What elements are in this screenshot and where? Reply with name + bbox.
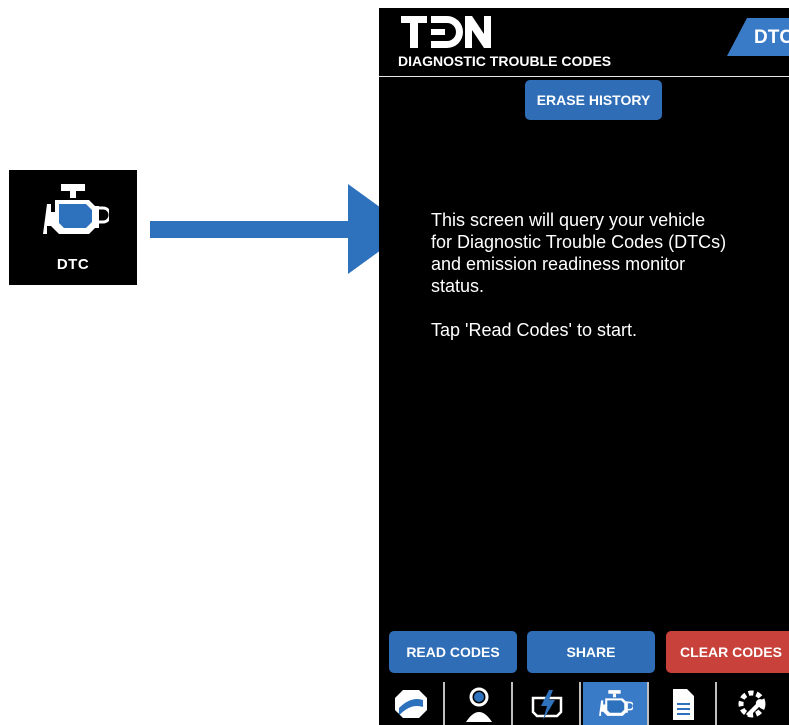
tab-dtc[interactable]: [583, 682, 649, 725]
erase-history-button[interactable]: ERASE HISTORY: [525, 80, 662, 120]
tdn-logo: [401, 16, 491, 48]
engine-icon: [43, 184, 109, 234]
tap-hint: Tap 'Read Codes' to start.: [431, 320, 637, 340]
tab-settings[interactable]: [719, 682, 785, 725]
screen-tab: DTC: [727, 18, 789, 56]
pointer-arrow: [150, 184, 410, 274]
info-text: This screen will query your vehicle for …: [431, 209, 771, 341]
bottom-tab-bar: [379, 680, 789, 725]
tile-label: DTC: [56, 256, 90, 273]
info-line: status.: [431, 276, 485, 296]
engine-icon: [599, 689, 633, 716]
share-button[interactable]: SHARE: [527, 631, 655, 673]
user-icon: [466, 687, 492, 722]
info-line: and emission readiness monitor: [431, 254, 686, 274]
info-line: This screen will query your vehicle: [431, 210, 706, 230]
battery-icon: [531, 689, 563, 720]
read-codes-button[interactable]: READ CODES: [389, 631, 517, 673]
dtc-tile[interactable]: DTC: [9, 170, 137, 285]
clear-codes-button[interactable]: CLEAR CODES: [666, 631, 789, 673]
tab-profile[interactable]: [447, 682, 513, 725]
phone-screen: DTC DIAGNOSTIC TROUBLE CODES ERASE HISTO…: [379, 8, 789, 725]
tab-battery[interactable]: [515, 682, 581, 725]
page-title: DIAGNOSTIC TROUBLE CODES: [398, 53, 612, 69]
header-bar: DIAGNOSTIC TROUBLE CODES: [379, 52, 789, 77]
info-line: for Diagnostic Trouble Codes (DTCs): [431, 232, 727, 252]
dashboard-icon: [395, 689, 427, 718]
gear-wrench-icon: [738, 690, 766, 717]
tab-reports[interactable]: [651, 682, 717, 725]
tab-dashboard[interactable]: [379, 682, 445, 725]
document-icon: [673, 688, 694, 720]
